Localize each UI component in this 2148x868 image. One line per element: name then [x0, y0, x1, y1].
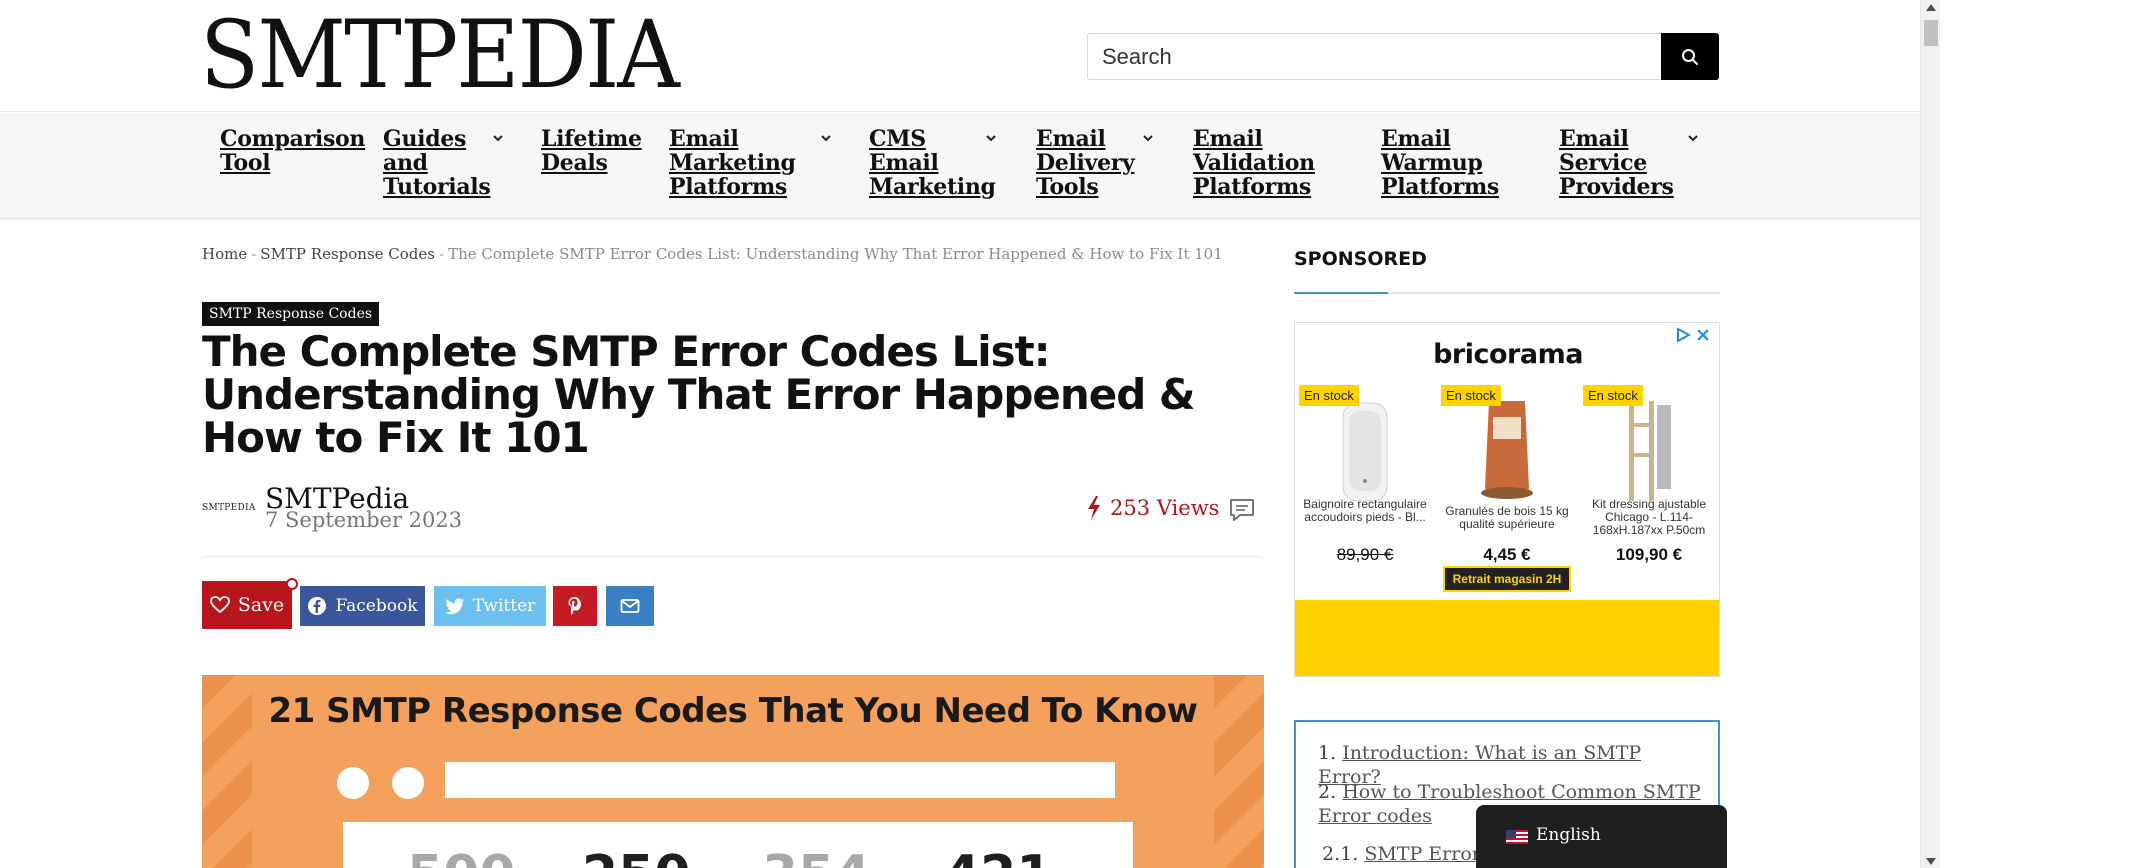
breadcrumb-home[interactable]: Home [202, 245, 247, 263]
us-flag-icon [1506, 830, 1528, 844]
save-label: Save [237, 594, 285, 616]
toc-number: 2. [1318, 781, 1337, 803]
ad-product-name: Baignoire rectangulaire accoudoirs pieds… [1303, 497, 1427, 524]
breadcrumb-separator: - [251, 245, 257, 263]
article-title: The Complete SMTP Error Codes List: Unde… [202, 327, 1196, 462]
featured-image: 21 SMTP Response Codes That You Need To … [202, 675, 1264, 868]
pinterest-icon [568, 597, 581, 615]
breadcrumb-category[interactable]: SMTP Response Codes [260, 245, 435, 263]
author-avatar[interactable]: SMTPEDIA [202, 503, 256, 513]
main-nav: Comparison Tool Guides and Tutorials Lif… [0, 113, 1920, 219]
response-code: 421 [944, 845, 1053, 868]
ad-product-price: 109,90 € [1615, 545, 1683, 564]
in-stock-badge: En stock [1441, 385, 1501, 406]
post-date: 7 September 2023 [265, 508, 463, 532]
bathtub-image [1335, 393, 1395, 502]
language-label: English [1536, 825, 1601, 845]
wood-pellets-image [1477, 393, 1537, 501]
window-dot [337, 767, 369, 799]
response-code: 500 [407, 845, 516, 868]
facebook-label: Facebook [335, 596, 418, 616]
views-counter: 253 Views [1086, 496, 1219, 520]
toc-number: 1. [1318, 742, 1337, 764]
chevron-down-icon[interactable] [819, 133, 833, 143]
search-icon [1682, 48, 1698, 65]
search-button[interactable] [1661, 33, 1719, 80]
response-code: 354 [762, 845, 871, 868]
nav-item-email-delivery-tools[interactable]: Email Delivery Tools [1036, 127, 1146, 199]
save-button[interactable]: Save [202, 578, 298, 629]
breadcrumb-current: The Complete SMTP Error Codes List: Unde… [448, 245, 1223, 263]
ad-footer-banner[interactable] [1295, 600, 1719, 676]
in-stock-badge: En stock [1583, 385, 1643, 406]
lightning-icon [1088, 496, 1100, 520]
chevron-down-icon[interactable] [1686, 133, 1700, 143]
dressing-kit-image [1619, 393, 1679, 501]
featured-image-title: 21 SMTP Response Codes That You Need To … [268, 691, 1199, 731]
response-code: 250 [582, 845, 691, 868]
heading-underline-accent [1294, 292, 1388, 294]
scrollbar[interactable] [1920, 0, 1940, 868]
twitter-label: Twitter [472, 596, 536, 616]
nav-item-email-warmup-platforms[interactable]: Email Warmup Platforms [1381, 127, 1511, 199]
envelope-icon [620, 599, 640, 613]
breadcrumb: Home - SMTP Response Codes - The Complete SM… [202, 245, 1223, 263]
chevron-down-icon[interactable] [491, 133, 505, 143]
sponsored-heading: SPONSORED [1294, 248, 1427, 270]
scroll-up-arrow[interactable] [1926, 4, 1936, 11]
facebook-share-button[interactable]: Facebook [300, 586, 425, 626]
heading-underline [1294, 292, 1720, 294]
email-share-button[interactable] [606, 586, 654, 626]
store-pickup-badge: Retrait magasin 2H [1443, 566, 1571, 592]
site-header: SMTPEDIA [0, 0, 1920, 112]
site-logo[interactable]: SMTPEDIA [200, 6, 680, 106]
heart-icon [209, 596, 230, 614]
search-input[interactable] [1088, 34, 1662, 79]
chevron-down-icon[interactable] [984, 133, 998, 143]
nav-item-lifetime-deals[interactable]: Lifetime Deals [541, 127, 651, 175]
ad-product-name: Kit dressing ajustable Chicago - L.114-1… [1591, 497, 1707, 537]
notification-dot [286, 578, 298, 590]
nav-item-guides-and-tutorials[interactable]: Guides and Tutorials [383, 127, 493, 199]
views-count: 253 Views [1110, 496, 1220, 520]
facebook-icon [308, 597, 327, 615]
chevron-down-icon[interactable] [1141, 133, 1155, 143]
scroll-down-arrow[interactable] [1926, 858, 1936, 865]
twitter-share-button[interactable]: Twitter [434, 586, 546, 626]
divider [202, 556, 1262, 557]
page: SMTPEDIA Comparison Tool Guides and Tuto… [0, 0, 1920, 868]
search-box [1087, 33, 1719, 80]
nav-item-email-marketing-platforms[interactable]: Email Marketing Platforms [669, 127, 799, 199]
in-stock-badge: En stock [1299, 385, 1359, 406]
scroll-thumb[interactable] [1924, 20, 1938, 46]
pinterest-share-button[interactable] [553, 586, 597, 626]
address-bar-graphic [445, 762, 1115, 798]
nav-item-email-validation-platforms[interactable]: Email Validation Platforms [1193, 127, 1323, 199]
ad-product-price: 4,45 € [1483, 545, 1531, 564]
breadcrumb-separator: - [439, 245, 445, 263]
advertisement[interactable]: bricorama En stock Baignoire rectangulai… [1294, 322, 1720, 677]
comment-icon[interactable] [1228, 497, 1256, 523]
ad-brand-logo[interactable]: bricorama [1295, 339, 1719, 370]
toc-number: 2.1. [1322, 843, 1359, 865]
nav-item-cms-email-marketing[interactable]: CMS Email Marketing [869, 127, 996, 199]
nav-item-comparison-tool[interactable]: Comparison Tool [220, 127, 365, 175]
nav-item-email-service-providers[interactable]: Email Service Providers [1559, 127, 1679, 199]
ad-product-name: Granulés de bois 15 kg qualité supérieur… [1445, 504, 1569, 531]
category-tag[interactable]: SMTP Response Codes [202, 302, 380, 326]
ad-product-price: 89,90 € [1336, 545, 1394, 564]
twitter-icon [444, 597, 464, 614]
language-switcher[interactable]: English [1476, 805, 1727, 868]
window-dot [392, 767, 424, 799]
